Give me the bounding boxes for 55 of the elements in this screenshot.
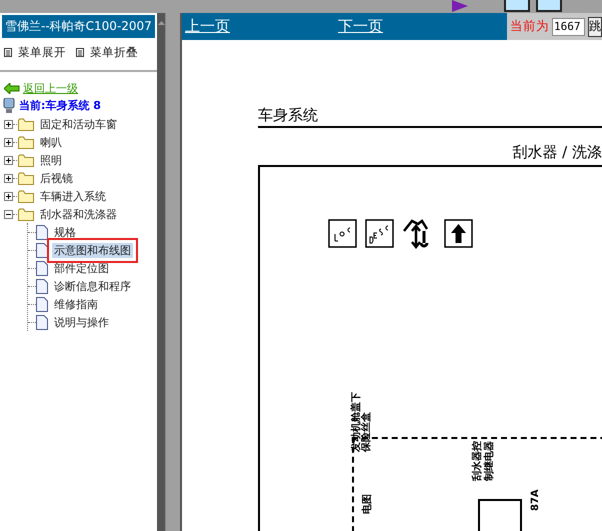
back-arrow-icon (4, 83, 20, 94)
next-page-link[interactable]: 下一页 (338, 17, 383, 36)
tree-item[interactable]: 固定和活动车窗 (38, 116, 119, 132)
expand-icon[interactable] (4, 174, 13, 182)
current-location: 当前:车身系统 8 (19, 98, 101, 113)
scroll-up-icon (158, 21, 164, 25)
sidebar-title: 雪佛兰--科帕奇C100-2007 (2, 15, 155, 38)
go-button[interactable]: 跳 (588, 16, 602, 36)
folder-icon (18, 190, 34, 202)
tree-item[interactable]: 维修指南 (52, 296, 100, 312)
tree-item[interactable]: 规格 (52, 224, 78, 240)
tree-item[interactable]: 诊断信息和程序 (52, 278, 133, 294)
tree-item[interactable]: 照明 (38, 152, 64, 168)
document-icon (36, 314, 48, 330)
folder-icon (18, 154, 34, 166)
document-icon (36, 224, 48, 240)
expand-icon[interactable] (4, 156, 13, 164)
computer-icon (3, 98, 15, 113)
open-folder-icon (18, 208, 34, 220)
collapse-icon[interactable] (4, 210, 13, 218)
page-label: 当前为 (510, 18, 549, 35)
diagram-label: 刮水器控制继电器 (472, 441, 496, 481)
expand-icon[interactable] (4, 138, 13, 146)
page-input[interactable]: 1667 (552, 18, 585, 36)
pin-label: 87A (530, 489, 541, 511)
tree-item[interactable]: 示意图和布线图 (52, 242, 133, 258)
menu-button[interactable]: 菜单展开 (4, 45, 66, 60)
folder-icon (18, 118, 34, 130)
tree-item[interactable]: 喇叭 (38, 134, 64, 150)
menu-button[interactable]: 菜单折叠 (76, 45, 138, 60)
desc-symbol-icon (365, 218, 394, 248)
section-heading: 车身系统 (258, 106, 602, 128)
folder-icon (18, 136, 34, 148)
list-icon (4, 48, 12, 57)
back-link[interactable]: 返回上一级 (23, 81, 78, 96)
diagram-label: 电图 (360, 494, 374, 514)
folder-icon (18, 172, 34, 184)
list-icon (76, 48, 84, 57)
tree-item[interactable]: 部件定位图 (52, 260, 111, 276)
previous-page-link[interactable]: 上一页 (185, 17, 230, 36)
window-icon[interactable] (536, 0, 562, 12)
document-icon (36, 278, 48, 294)
scrollbar[interactable] (157, 13, 165, 531)
expand-icon[interactable] (4, 120, 13, 128)
document-icon (36, 260, 48, 276)
window-icon[interactable] (504, 0, 530, 12)
expand-icon[interactable] (4, 192, 13, 200)
tree-item[interactable]: 车辆进入系统 (38, 188, 108, 204)
tree-item[interactable]: 后视镜 (38, 170, 75, 186)
tree-item[interactable]: 说明与操作 (52, 314, 111, 330)
tree-item[interactable]: 刮水器和洗涤器 (38, 206, 119, 222)
document-icon (36, 242, 48, 258)
document-title: 刮水器 / 洗涤 (511, 143, 602, 162)
document-icon (36, 296, 48, 312)
loc-symbol-icon (328, 218, 357, 248)
